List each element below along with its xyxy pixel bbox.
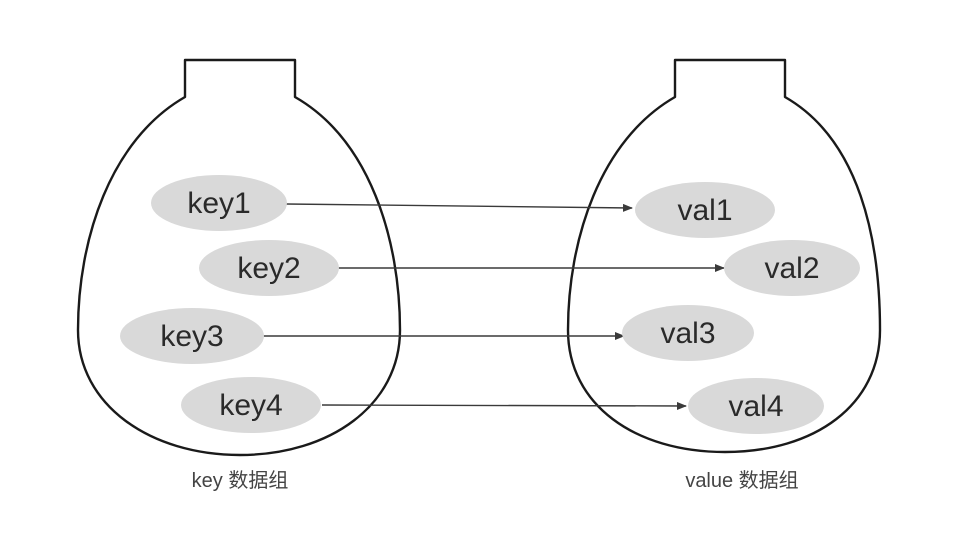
- value-label: val4: [728, 390, 783, 423]
- arrow-key4-val4: [321, 401, 687, 410]
- key-label: key4: [219, 389, 282, 422]
- value-items: val1 val2 val3 val4: [622, 182, 860, 434]
- value-pill: val4: [688, 378, 824, 434]
- key-pill: key3: [120, 308, 264, 364]
- value-label: val1: [677, 194, 732, 227]
- key-pill: key4: [181, 377, 321, 433]
- key-items: key1 key2 key3 key4: [120, 175, 339, 433]
- key-value-diagram: key1 key2 key3 key4 val1 val2 val3 val4 …: [76, 58, 882, 492]
- value-pill: val1: [635, 182, 775, 238]
- arrows: [262, 203, 725, 410]
- key-group-caption: key 数据组: [192, 469, 289, 492]
- value-pill: val2: [724, 240, 860, 296]
- value-group-caption: value 数据组: [685, 469, 798, 492]
- value-label: val2: [764, 252, 819, 285]
- arrow-key1-val1: [285, 203, 633, 212]
- key-label: key2: [237, 252, 300, 285]
- value-pill: val3: [622, 305, 754, 361]
- key-pill: key2: [199, 240, 339, 296]
- key-label: key3: [160, 320, 223, 353]
- key-pill: key1: [151, 175, 287, 231]
- value-label: val3: [660, 317, 715, 350]
- key-label: key1: [187, 187, 250, 220]
